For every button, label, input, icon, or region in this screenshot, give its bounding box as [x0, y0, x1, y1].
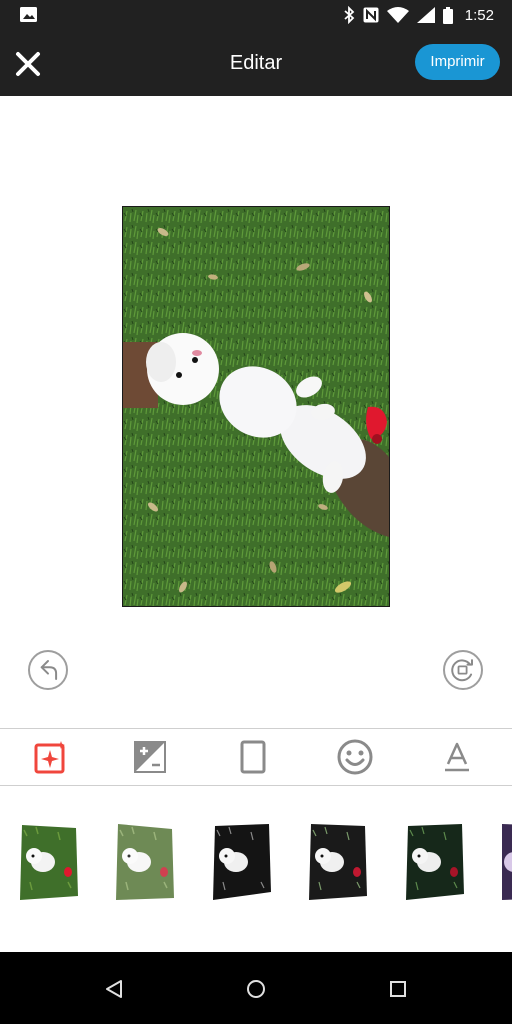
filter-thumbnail[interactable]	[211, 822, 273, 902]
tool-exposure[interactable]	[99, 729, 201, 785]
photo-preview[interactable]	[122, 206, 390, 607]
tool-magic-enhance[interactable]	[0, 729, 102, 785]
tool-text[interactable]	[406, 729, 508, 785]
filter-thumbnail[interactable]	[18, 822, 80, 902]
print-button[interactable]: Imprimir	[415, 44, 500, 80]
filter-thumbnail[interactable]	[404, 822, 466, 902]
filter-thumbnail[interactable]	[114, 822, 176, 902]
editor-canvas	[0, 96, 512, 726]
app-bar: Editar Imprimir	[0, 30, 512, 96]
system-nav-bar	[0, 952, 512, 1024]
filter-strip	[0, 786, 512, 952]
bluetooth-icon	[344, 6, 355, 24]
filter-thumbnail[interactable]	[307, 822, 369, 902]
text-icon	[445, 742, 469, 772]
filter-thumbnail[interactable]	[500, 822, 512, 902]
status-bar: 1:52	[0, 0, 512, 30]
cellular-icon	[416, 7, 435, 23]
rotate-icon[interactable]	[443, 650, 483, 690]
close-icon[interactable]	[12, 48, 44, 80]
back-triangle-icon[interactable]	[101, 976, 127, 1002]
status-icons: 1:52	[343, 0, 494, 30]
smiley-icon	[337, 739, 373, 775]
battery-icon	[442, 6, 453, 24]
tool-frame[interactable]	[202, 729, 304, 785]
exposure-icon	[134, 741, 166, 773]
image-notification-icon	[20, 7, 37, 22]
status-time: 1:52	[464, 6, 494, 24]
sparkle-square-icon	[34, 741, 65, 774]
wifi-icon	[386, 7, 409, 23]
frame-icon	[240, 740, 266, 774]
undo-icon[interactable]	[28, 650, 68, 690]
tool-row	[0, 729, 512, 785]
tool-sticker[interactable]	[304, 729, 406, 785]
home-circle-icon[interactable]	[243, 976, 269, 1002]
photo-image	[123, 207, 389, 606]
nfc-icon	[363, 7, 379, 23]
recents-square-icon[interactable]	[385, 976, 411, 1002]
